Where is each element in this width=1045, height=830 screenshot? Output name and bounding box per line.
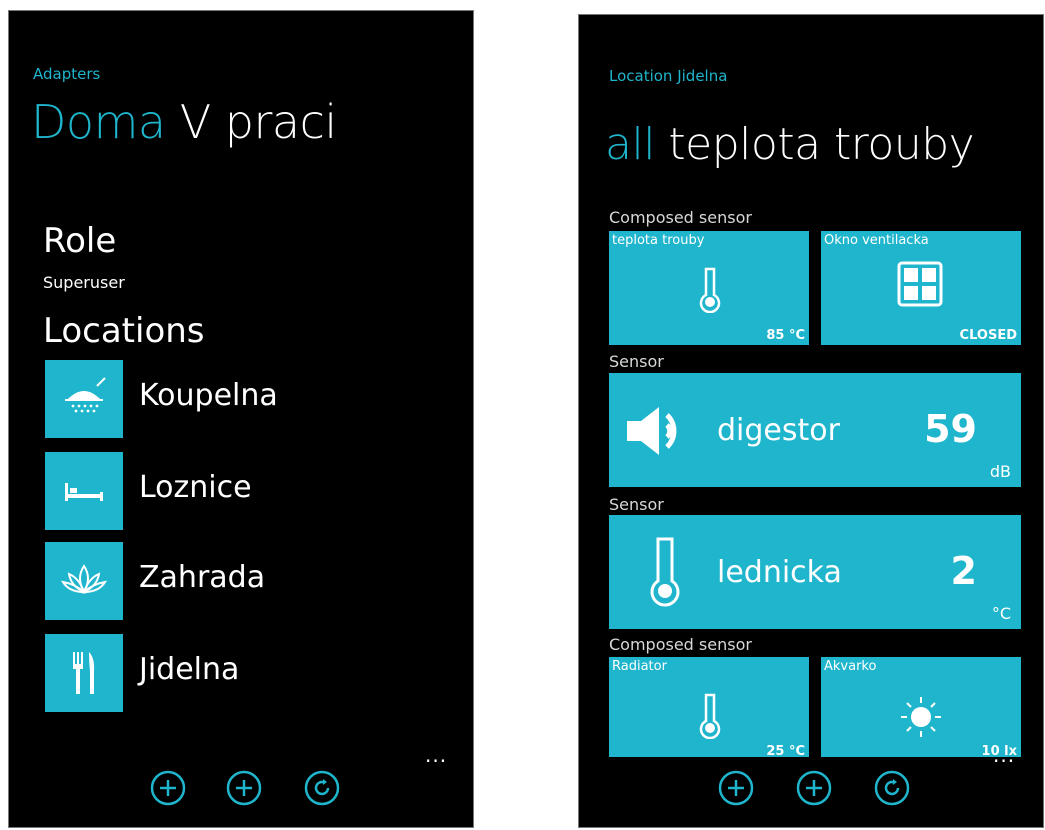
app-bar: ... — [9, 743, 473, 827]
location-label: Loznice — [139, 470, 252, 505]
pivot-item-teplota-trouby[interactable]: teplota trouby — [668, 119, 974, 170]
role-value: Superuser — [43, 273, 125, 292]
add-icon — [796, 770, 832, 806]
location-item-jidelna[interactable]: Jidelna — [45, 634, 465, 712]
sensor-tile-akvarko[interactable]: Akvarko 10 lx — [821, 657, 1021, 761]
add-icon — [226, 770, 262, 806]
add-button[interactable] — [717, 769, 755, 807]
location-label: Zahrada — [139, 560, 266, 595]
role-heading: Role — [43, 221, 117, 261]
refresh-icon — [874, 770, 910, 806]
tile-name: Okno ventilacka — [824, 233, 929, 248]
add-button-2[interactable] — [795, 769, 833, 807]
more-menu-button[interactable]: ... — [993, 743, 1015, 767]
tile-name: digestor — [717, 413, 840, 448]
tile-value: 59 — [924, 407, 977, 451]
tile-value: 85 °C — [766, 328, 805, 343]
add-button-2[interactable] — [225, 769, 263, 807]
sensor-tile-digestor[interactable]: digestor 59 dB — [609, 373, 1021, 487]
right-phone-screen: Location Jidelna all teplota trouby Comp… — [578, 14, 1044, 828]
location-item-zahrada[interactable]: Zahrada — [45, 542, 465, 620]
group-label: Composed sensor — [609, 635, 752, 654]
pivot-item-all[interactable]: all — [605, 119, 655, 170]
app-title: Adapters — [33, 65, 101, 83]
sensor-tile-okno-ventilacka[interactable]: Okno ventilacka CLOSED — [821, 231, 1021, 345]
lotus-icon — [45, 542, 123, 620]
tile-value: 2 — [950, 549, 977, 593]
location-item-loznice[interactable]: Loznice — [45, 452, 465, 530]
add-button[interactable] — [149, 769, 187, 807]
speaker-icon — [627, 407, 677, 455]
pivot-header: Doma V praci — [31, 95, 337, 149]
tile-name: Radiator — [612, 659, 667, 674]
tile-value: CLOSED — [959, 328, 1017, 343]
pivot-item-doma[interactable]: Doma — [31, 95, 166, 149]
location-label: Jidelna — [139, 652, 240, 687]
sun-icon — [901, 697, 941, 737]
tile-unit: °C — [991, 604, 1011, 623]
left-phone-screen: Adapters Doma V praci Role Superuser Loc… — [8, 10, 474, 828]
more-menu-button[interactable]: ... — [425, 743, 447, 767]
sensor-tile-lednicka[interactable]: lednicka 2 °C — [609, 515, 1021, 629]
locations-heading: Locations — [43, 311, 205, 351]
sensor-tile-teplota-trouby[interactable]: teplota trouby 85 °C — [609, 231, 809, 345]
tile-unit: dB — [989, 462, 1011, 481]
window-icon — [897, 261, 943, 307]
shower-icon — [45, 360, 123, 438]
tile-name: Akvarko — [824, 659, 877, 674]
refresh-icon — [304, 770, 340, 806]
app-bar: ... — [579, 743, 1043, 827]
pivot-item-v-praci[interactable]: V praci — [180, 95, 337, 149]
thermometer-icon — [650, 537, 680, 607]
location-label: Koupelna — [139, 378, 278, 413]
bed-icon — [45, 452, 123, 530]
location-item-koupelna[interactable]: Koupelna — [45, 360, 465, 438]
app-title: Location Jidelna — [609, 67, 728, 85]
tile-name: lednicka — [717, 555, 842, 590]
pivot-header: all teplota trouby — [605, 119, 975, 170]
add-icon — [718, 770, 754, 806]
group-label: Sensor — [609, 495, 664, 514]
cutlery-icon — [45, 634, 123, 712]
refresh-button[interactable] — [873, 769, 911, 807]
sensor-tile-radiator[interactable]: Radiator 25 °C — [609, 657, 809, 761]
group-label: Composed sensor — [609, 208, 752, 227]
thermometer-icon — [699, 267, 721, 313]
thermometer-icon — [699, 693, 721, 739]
add-icon — [150, 770, 186, 806]
tile-name: teplota trouby — [612, 233, 705, 248]
group-label: Sensor — [609, 352, 664, 371]
refresh-button[interactable] — [303, 769, 341, 807]
